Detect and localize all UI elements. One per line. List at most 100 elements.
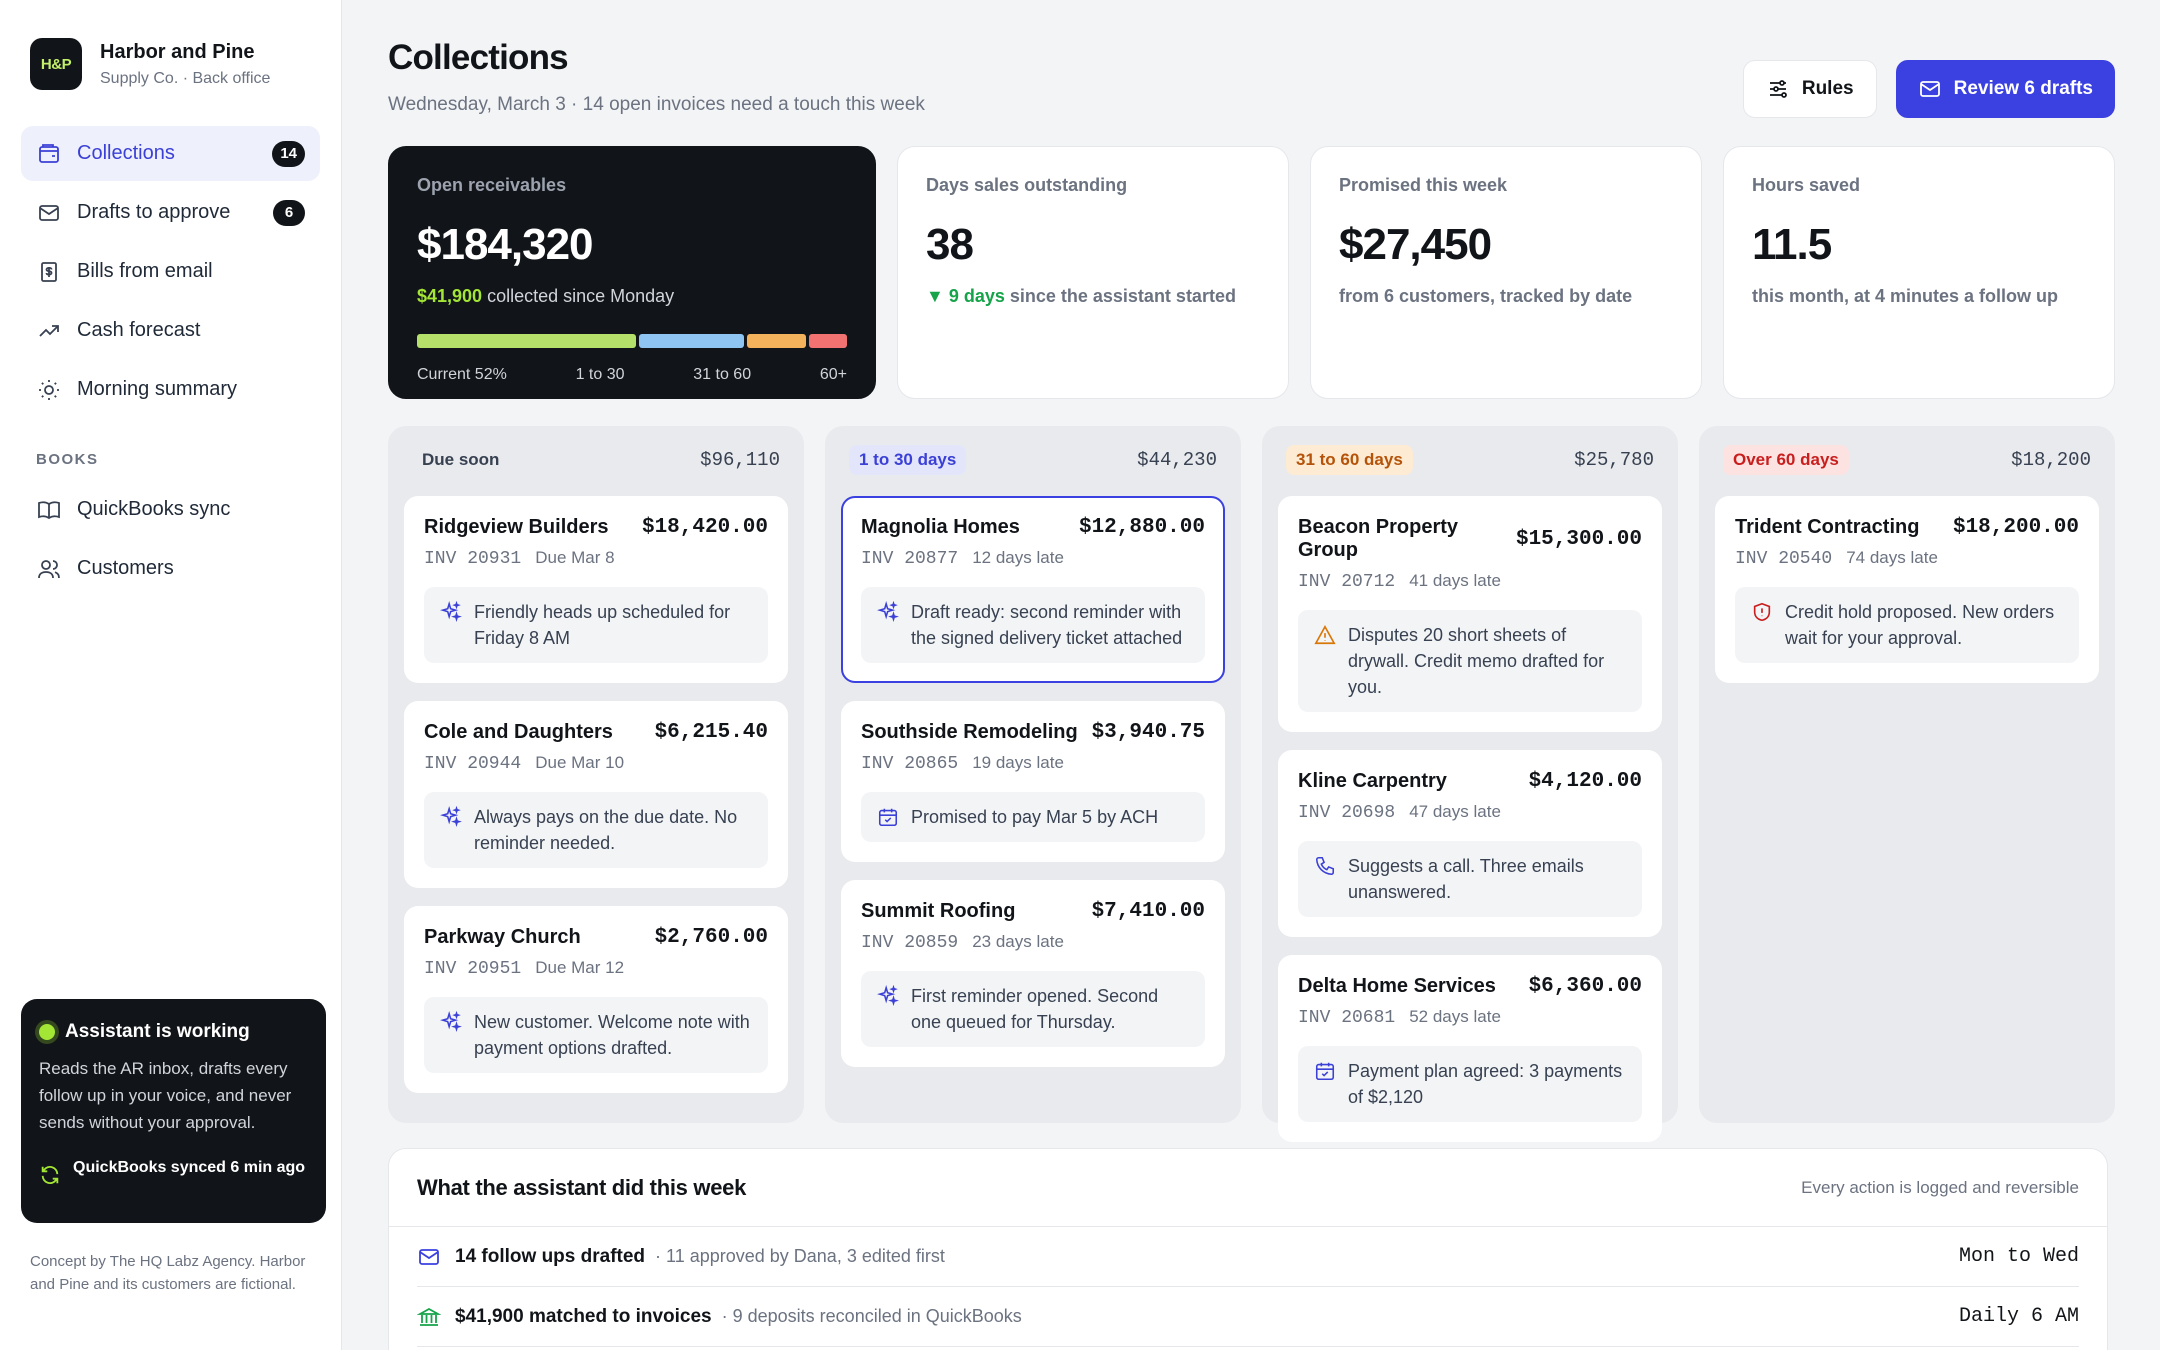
invoice-card[interactable]: Trident Contracting $18,200.00 INV 20540 74…: [1715, 496, 2099, 683]
invoice-card[interactable]: Summit Roofing $7,410.00 INV 20859 23 days …: [841, 880, 1225, 1067]
sidebar-item-morning-summary[interactable]: Morning summary: [21, 362, 320, 417]
assistant-note: Always pays on the due date. No reminder…: [424, 792, 768, 868]
activity-time: Mon to Wed: [1958, 1245, 2079, 1268]
invoice-amount: $18,420.00: [641, 516, 768, 539]
rules-button-label: Rules: [1801, 78, 1854, 99]
rules-button[interactable]: Rules: [1742, 60, 1877, 118]
aging-column: Due soon $96,110 Ridgeview Builders $18,420…: [388, 426, 804, 1123]
activity-main: 14 follow ups drafted: [455, 1245, 646, 1267]
invoice-number: INV 20877: [861, 549, 959, 569]
invoice-status: 47 days late: [1409, 802, 1501, 821]
invoice-amount: $3,940.75: [1091, 721, 1205, 744]
invoice-status: 74 days late: [1846, 548, 1938, 567]
aging-label: 60+: [819, 366, 847, 383]
brand-sub: Supply Co. · Back office: [100, 69, 271, 87]
invoice-status: 12 days late: [972, 548, 1064, 567]
invoice-number: INV 20540: [1735, 549, 1833, 569]
invoice-number: INV 20931: [424, 549, 522, 569]
invoice-card[interactable]: Southside Remodeling $3,940.75 INV 20865 19…: [841, 701, 1225, 862]
card-top: Magnolia Homes $12,880.00: [861, 516, 1205, 539]
invoice-status: 52 days late: [1409, 1007, 1501, 1026]
note-text: Promised to pay Mar 5 by ACH: [911, 807, 1159, 827]
sparkle-icon: [877, 599, 899, 651]
customer-name: Ridgeview Builders: [424, 516, 609, 538]
nav-section-books: BOOKS: [36, 451, 99, 468]
sidebar-item-quickbooks-sync[interactable]: QuickBooks sync: [21, 482, 320, 537]
collected-amount: $41,900: [417, 286, 483, 306]
shield-icon: [1751, 599, 1773, 651]
aging-column: 31 to 60 days $25,780 Beacon Property Grou…: [1262, 426, 1678, 1142]
invoice-card[interactable]: Beacon Property Group $15,300.00 INV 20712…: [1278, 496, 1662, 732]
invoice-amount: $12,880.00: [1078, 516, 1205, 539]
calendar-icon: [877, 804, 899, 830]
mail-icon: [36, 200, 62, 226]
assistant-note: First reminder opened. Second one queued…: [861, 971, 1205, 1047]
activity-row[interactable]: $41,900 matched to invoices · 9 deposits…: [417, 1287, 2079, 1347]
book-icon: [36, 497, 62, 523]
activity-title: What the assistant did this week: [417, 1174, 747, 1200]
stat-value: $184,320: [417, 220, 594, 269]
aging-column: Over 60 days $18,200 Trident Contracting $1…: [1699, 426, 2115, 1123]
sidebar-item-customers[interactable]: Customers: [21, 541, 320, 596]
column-total: $44,230: [1137, 449, 1217, 471]
note-text: Payment plan agreed: 3 payments of $2,12…: [1348, 1061, 1623, 1107]
note-text: First reminder opened. Second one queued…: [911, 986, 1159, 1032]
stat-label: Hours saved: [1752, 175, 1861, 195]
note-text: Suggests a call. Three emails unanswered…: [1348, 856, 1584, 902]
sparkle-icon: [440, 804, 462, 856]
card-meta: INV 20681 52 days late: [1298, 1007, 1642, 1028]
review-drafts-button[interactable]: Review 6 drafts: [1895, 60, 2115, 118]
refresh-icon: [41, 1166, 59, 1184]
sidebar-item-label: Cash forecast: [77, 319, 201, 341]
card-top: Kline Carpentry $4,120.00: [1298, 770, 1642, 793]
assistant-status-card: Assistant is working Reads the AR inbox,…: [21, 999, 326, 1223]
invoice-card[interactable]: Cole and Daughters $6,215.40 INV 20944 Due …: [404, 701, 788, 888]
brand-logo: H&P: [30, 38, 82, 90]
sidebar-item-cash-forecast[interactable]: Cash forecast: [21, 303, 320, 358]
card-top: Ridgeview Builders $18,420.00: [424, 516, 768, 539]
stat-label: Open receivables: [417, 175, 567, 195]
sidebar-item-label: QuickBooks sync: [77, 498, 231, 520]
aging-segment: [638, 334, 745, 348]
aging-label: 1 to 30: [575, 366, 625, 383]
trend-up-icon: [36, 318, 62, 344]
aging-segment: [417, 334, 636, 348]
invoice-number: INV 20944: [424, 754, 522, 774]
mail-icon: [419, 1248, 439, 1265]
card-meta: INV 20712 41 days late: [1298, 571, 1642, 592]
assistant-note: New customer. Welcome note with payment …: [424, 997, 768, 1073]
sidebar-item-label: Drafts to approve: [77, 201, 231, 223]
card-top: Summit Roofing $7,410.00: [861, 900, 1205, 923]
receipt-icon: [36, 259, 62, 285]
invoice-card[interactable]: Ridgeview Builders $18,420.00 INV 20931 Due…: [404, 496, 788, 683]
invoice-card[interactable]: Magnolia Homes $12,880.00 INV 20877 12 days…: [841, 496, 1225, 683]
mail-icon: [1919, 81, 1940, 97]
card-top: Cole and Daughters $6,215.40: [424, 721, 768, 744]
customer-name: Kline Carpentry: [1298, 770, 1447, 792]
invoice-card[interactable]: Kline Carpentry $4,120.00 INV 20698 47 days…: [1278, 750, 1662, 937]
customer-name: Cole and Daughters: [424, 721, 613, 743]
column-header: Over 60 days $18,200: [1723, 444, 2091, 476]
column-tag: 1 to 30 days: [849, 445, 967, 475]
activity-header: What the assistant did this week Every a…: [389, 1149, 2107, 1227]
column-tag: 31 to 60 days: [1286, 445, 1413, 475]
customer-name: Delta Home Services: [1298, 975, 1496, 997]
sidebar-item-collections[interactable]: Collections 14: [21, 126, 320, 181]
invoice-status: Due Mar 10: [535, 753, 625, 772]
note-text: New customer. Welcome note with payment …: [474, 1012, 750, 1058]
note-text: Draft ready: second reminder with the si…: [911, 602, 1183, 648]
sparkle-icon: [440, 1009, 462, 1061]
card-top: Southside Remodeling $3,940.75: [861, 721, 1205, 744]
sidebar-item-drafts[interactable]: Drafts to approve 6: [21, 185, 320, 240]
customer-name: Magnolia Homes: [861, 516, 1020, 538]
activity-row[interactable]: 14 follow ups drafted · 11 approved by D…: [417, 1227, 2079, 1287]
activity-main: $41,900 matched to invoices: [455, 1305, 712, 1327]
activity-time: Daily 6 AM: [1958, 1305, 2079, 1328]
review-drafts-label: Review 6 drafts: [1953, 78, 2093, 99]
bank-icon: [417, 1307, 441, 1326]
wallet-icon: [36, 141, 62, 167]
sidebar-item-bills[interactable]: Bills from email: [21, 244, 320, 299]
invoice-card[interactable]: Parkway Church $2,760.00 INV 20951 Due Mar …: [404, 906, 788, 1093]
invoice-card[interactable]: Delta Home Services $6,360.00 INV 20681 52 …: [1278, 955, 1662, 1142]
aging-bar: [417, 334, 847, 348]
